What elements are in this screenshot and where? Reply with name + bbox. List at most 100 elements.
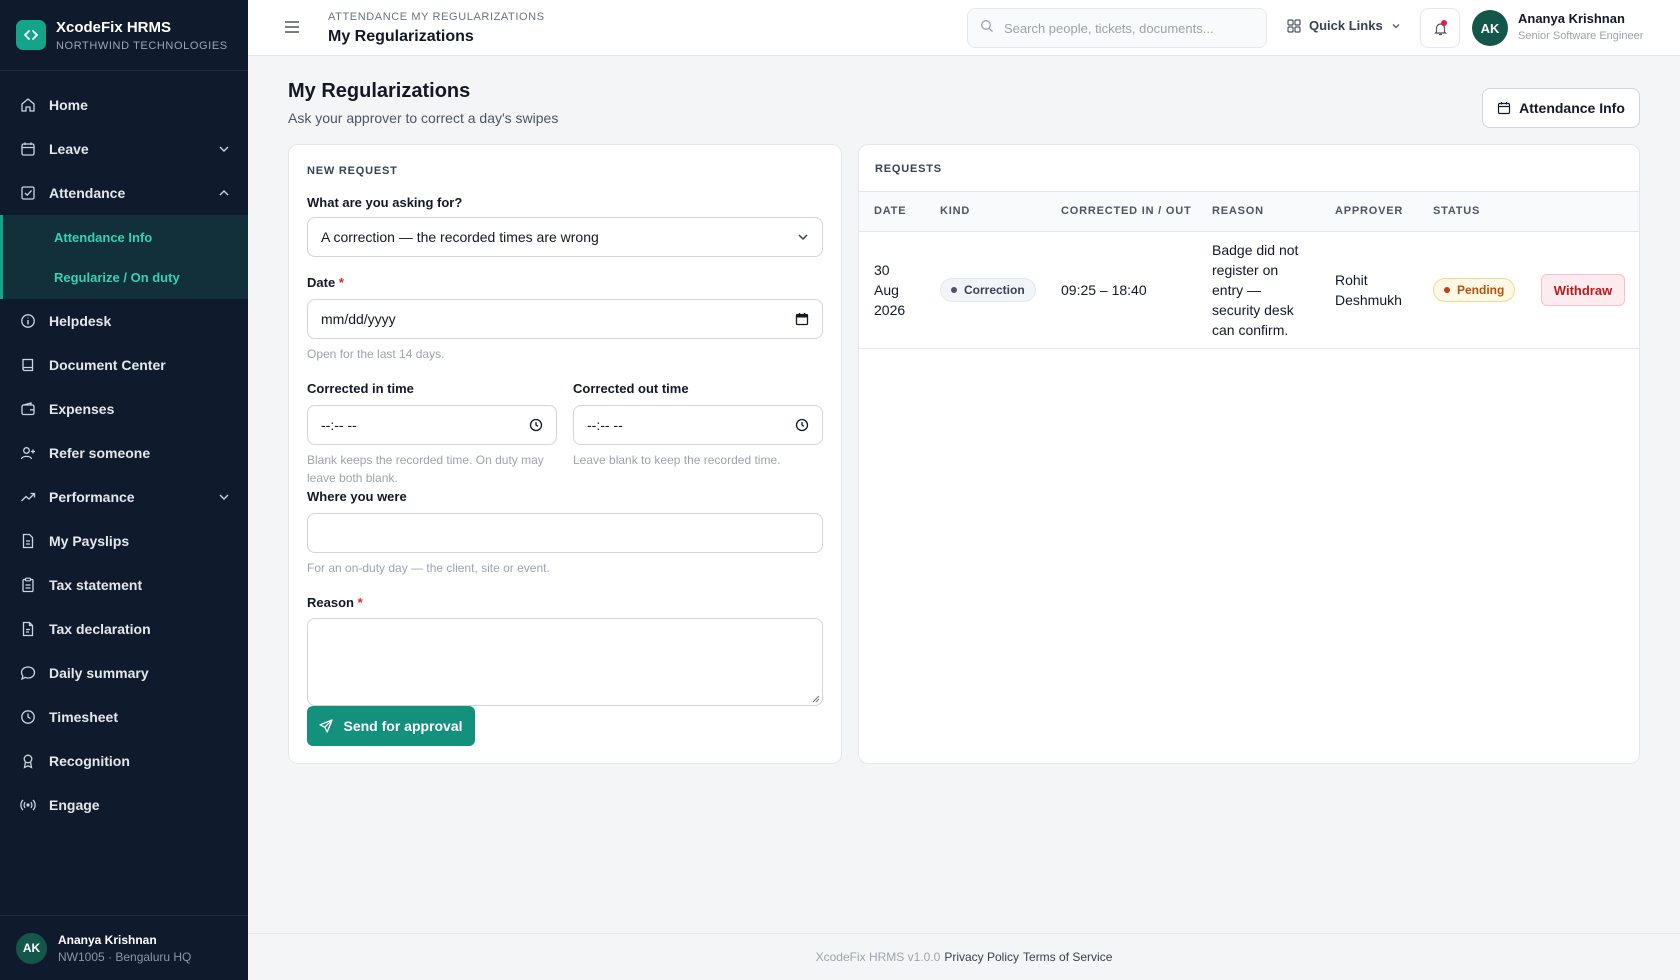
clock-icon (20, 709, 36, 725)
sidebar-user-meta: NW1005 · Bengaluru HQ (58, 949, 192, 964)
sidebar-item-expenses[interactable]: Expenses (0, 387, 248, 431)
sidebar-user[interactable]: AK Ananya Krishnan NW1005 · Bengaluru HQ (0, 915, 248, 980)
withdraw-button[interactable]: Withdraw (1541, 274, 1625, 306)
sidebar-item-helpdesk[interactable]: Helpdesk (0, 299, 248, 343)
avatar[interactable]: AK (1472, 10, 1508, 46)
sidebar-subitem-regularize[interactable]: Regularize / On duty (3, 257, 248, 297)
chevron-up-icon (218, 186, 230, 202)
wallet-icon (20, 401, 36, 417)
sidebar-item-daily-summary[interactable]: Daily summary (0, 651, 248, 695)
out-time-hint: Leave blank to keep the recorded time. (573, 453, 781, 467)
sidebar-item-label: Refer someone (49, 445, 151, 461)
column-header: DATE (874, 205, 907, 217)
search-input[interactable]: Search people, tickets, documents... (967, 8, 1267, 48)
sidebar-item-performance[interactable]: Performance (0, 475, 248, 519)
attendance-submenu: Attendance Info Regularize / On duty (0, 215, 248, 299)
page-title: My Regularizations (288, 80, 471, 102)
sidebar-item-label: Daily summary (49, 665, 149, 681)
menu-icon[interactable] (284, 20, 300, 39)
file-text-icon (20, 621, 36, 637)
page-subtitle: Ask your approver to correct a day's swi… (288, 110, 559, 126)
sidebar-item-tax-declaration[interactable]: Tax declaration (0, 607, 248, 651)
brand[interactable]: XcodeFix HRMS NORTHWIND TECHNOLOGIES (0, 0, 248, 71)
grid-icon (1287, 18, 1301, 33)
new-request-caption: NEW REQUEST (307, 165, 398, 177)
resize-handle-icon[interactable] (810, 693, 820, 703)
sidebar-item-label: Performance (49, 489, 135, 505)
column-header: KIND (940, 205, 971, 217)
sidebar-item-label: Expenses (49, 401, 115, 417)
user-role: Senior Software Engineer (1518, 30, 1644, 42)
chevron-down-icon (218, 490, 230, 506)
sidebar-item-engage[interactable]: Engage (0, 783, 248, 827)
trend-icon (20, 489, 36, 505)
info-icon (20, 313, 36, 329)
table-row: 30 Aug 2026 Correction 09:25 – 18:40 Bad… (859, 232, 1639, 348)
in-time-field[interactable]: --:-- -- (307, 405, 557, 445)
user-plus-icon (20, 445, 36, 461)
chevron-down-icon (218, 142, 230, 158)
where-label: Where you were (307, 489, 407, 504)
sidebar-item-label: Tax statement (49, 577, 143, 593)
quick-links-label: Quick Links (1309, 18, 1383, 33)
reason-textarea[interactable] (307, 618, 823, 706)
send-for-approval-button[interactable]: Send for approval (307, 706, 475, 746)
calendar-icon[interactable] (795, 312, 809, 329)
topbar: ATTENDANCE MY REGULARIZATIONS My Regular… (248, 0, 1680, 56)
sidebar-item-recognition[interactable]: Recognition (0, 739, 248, 783)
sidebar-item-leave[interactable]: Leave (0, 127, 248, 171)
row-in-out: 09:25 – 18:40 (1061, 282, 1147, 298)
page-footer: XcodeFix HRMS v1.0.0 Privacy Policy Term… (248, 933, 1680, 980)
privacy-policy-link[interactable]: Privacy Policy (944, 950, 1019, 964)
sidebar-item-label: Tax declaration (49, 621, 151, 637)
brand-name: XcodeFix HRMS (56, 18, 172, 36)
search-placeholder: Search people, tickets, documents... (1004, 20, 1214, 36)
sidebar-item-refer[interactable]: Refer someone (0, 431, 248, 475)
user-name: Ananya Krishnan (1518, 11, 1625, 26)
sidebar-item-label: Document Center (49, 357, 166, 373)
sidebar-subitem-attendance-info[interactable]: Attendance Info (3, 217, 248, 257)
requests-caption: REQUESTS (875, 163, 942, 175)
clock-icon[interactable] (795, 418, 809, 435)
sidebar-item-attendance[interactable]: Attendance (0, 171, 248, 215)
sidebar-item-label: Timesheet (49, 709, 118, 725)
column-header: CORRECTED IN / OUT (1061, 205, 1192, 217)
row-date: 30 Aug 2026 (874, 262, 906, 318)
brand-org: NORTHWIND TECHNOLOGIES (56, 39, 228, 52)
quick-links-button[interactable]: Quick Links (1287, 18, 1401, 33)
footer-version: XcodeFix HRMS v1.0.0 (815, 950, 941, 964)
request-type-select[interactable]: A correction — the recorded times are wr… (307, 217, 823, 257)
out-time-field[interactable]: --:-- -- (573, 405, 823, 445)
terms-link[interactable]: Terms of Service (1023, 950, 1112, 964)
notifications-button[interactable] (1420, 8, 1460, 48)
notification-dot (1441, 20, 1447, 26)
row-approver: Rohit Deshmukh (1335, 272, 1402, 308)
where-field[interactable] (307, 513, 823, 553)
chat-icon (20, 665, 36, 681)
clock-icon[interactable] (529, 418, 543, 435)
sidebar-item-tax-statement[interactable]: Tax statement (0, 563, 248, 607)
attendance-info-button[interactable]: Attendance Info (1482, 88, 1640, 128)
table-header: DATE KIND CORRECTED IN / OUT REASON APPR… (859, 192, 1639, 232)
in-time-placeholder: --:-- -- (321, 417, 357, 433)
kind-badge: Correction (940, 278, 1036, 302)
calendar-icon (20, 141, 36, 157)
sidebar-item-document-center[interactable]: Document Center (0, 343, 248, 387)
attendance-info-label: Attendance Info (1519, 100, 1625, 116)
chevron-down-icon (1391, 21, 1401, 31)
column-header: STATUS (1433, 205, 1481, 217)
sidebar-item-payslips[interactable]: My Payslips (0, 519, 248, 563)
code-icon (16, 20, 46, 50)
date-field[interactable]: mm/dd/yyyy (307, 299, 823, 339)
breadcrumb: ATTENDANCE MY REGULARIZATIONS (328, 11, 545, 23)
sidebar: XcodeFix HRMS NORTHWIND TECHNOLOGIES Hom… (0, 0, 248, 980)
sidebar-item-home[interactable]: Home (0, 83, 248, 127)
out-time-label: Corrected out time (573, 381, 689, 396)
request-type-value: A correction — the recorded times are wr… (321, 229, 599, 245)
date-label: Date * (307, 275, 344, 290)
sidebar-item-timesheet[interactable]: Timesheet (0, 695, 248, 739)
award-icon (20, 753, 36, 769)
send-icon (319, 719, 334, 733)
search-icon (980, 19, 994, 38)
broadcast-icon (20, 797, 36, 813)
